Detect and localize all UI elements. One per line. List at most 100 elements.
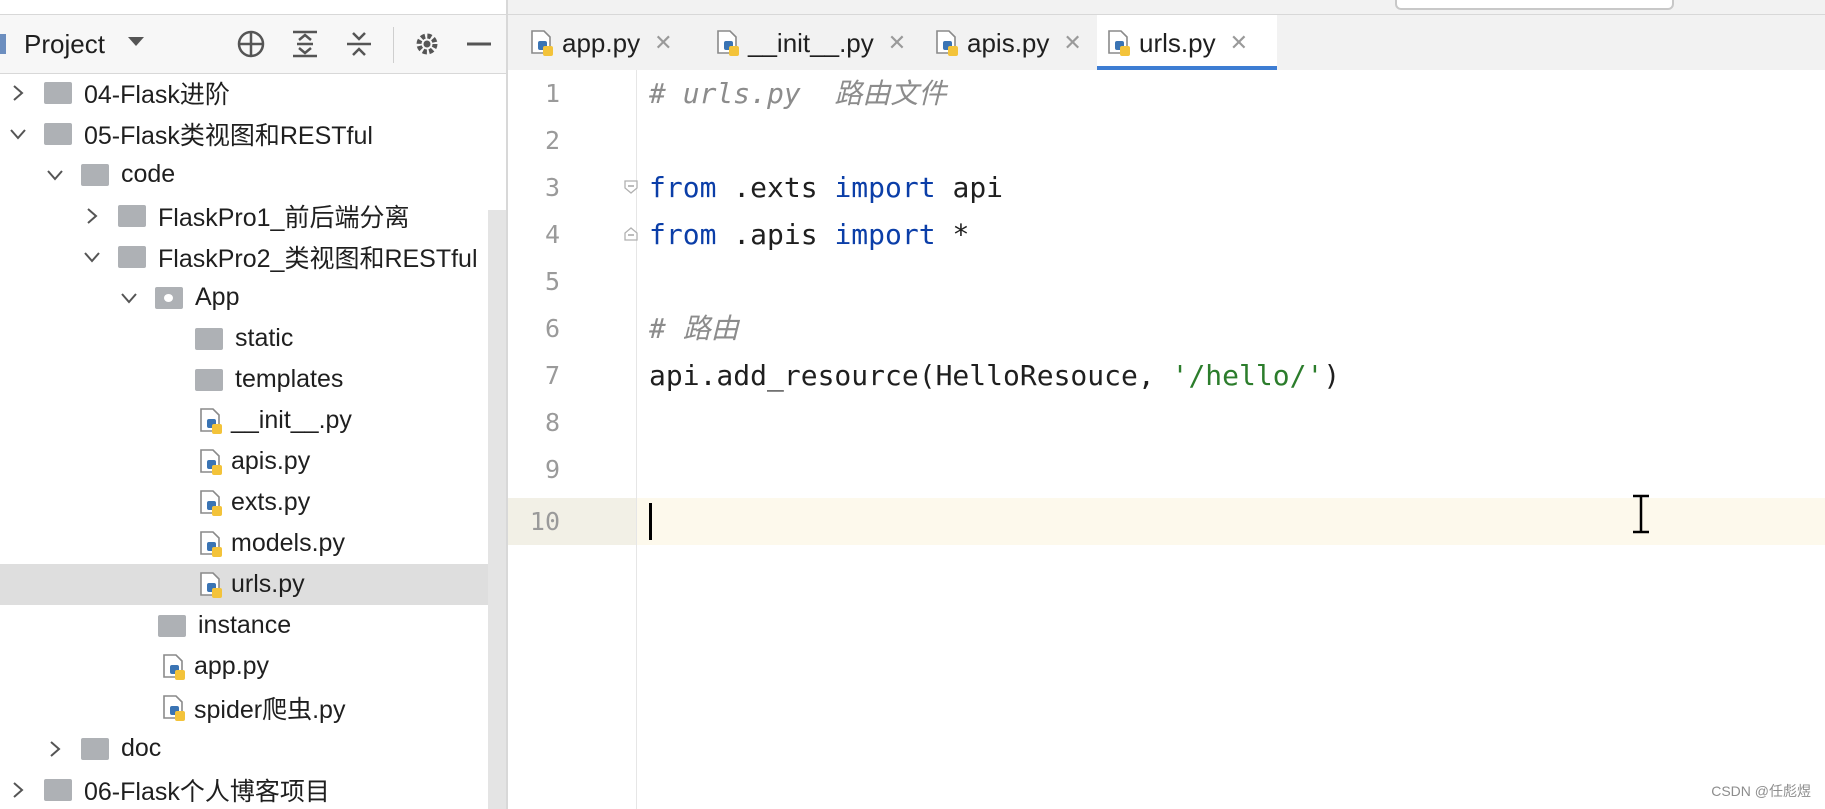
gear-icon[interactable] xyxy=(410,27,444,61)
tree-item-flaskpro2[interactable]: FlaskPro2_类视图和RESTful xyxy=(0,236,506,277)
tree-item-code[interactable]: code xyxy=(0,154,506,195)
tab-label: __init__.py xyxy=(748,27,874,58)
text-caret xyxy=(649,503,652,540)
project-panel-title[interactable]: Project xyxy=(24,29,105,60)
tree-item-spider-py[interactable]: spider爬虫.py xyxy=(0,687,506,728)
chevron-down-icon[interactable] xyxy=(10,126,26,142)
search-field-edge[interactable] xyxy=(1395,0,1674,10)
tree-item-label: static xyxy=(235,324,294,352)
fold-marker-icon[interactable] xyxy=(624,180,638,194)
line-number-gutter[interactable]: 1 2 3 4 5 6 7 8 9 10 xyxy=(508,70,638,809)
current-line-highlight xyxy=(508,498,1825,545)
chevron-right-icon[interactable] xyxy=(10,781,26,798)
tree-item-label: __init__.py xyxy=(231,406,352,434)
editor-tab-bar: app.py ✕ __init__.py ✕ apis.py ✕ urls.py… xyxy=(508,14,1825,72)
tree-item-05-flask[interactable]: 05-Flask类视图和RESTful xyxy=(0,113,506,154)
chevron-right-icon[interactable] xyxy=(10,84,26,101)
folder-icon xyxy=(195,327,223,350)
tab-init-py[interactable]: __init__.py ✕ xyxy=(714,15,906,71)
tree-item-static[interactable]: static xyxy=(0,318,506,359)
expand-all-icon[interactable] xyxy=(288,27,322,61)
tree-item-label: app.py xyxy=(194,652,270,680)
tree-item-label: models.py xyxy=(231,529,345,557)
chevron-down-icon[interactable] xyxy=(127,35,145,53)
tree-item-label: 04-Flask进阶 xyxy=(84,80,230,109)
tree-item-flaskpro1[interactable]: FlaskPro1_前后端分离 xyxy=(0,195,506,236)
chevron-right-icon[interactable] xyxy=(84,207,100,224)
tab-label: app.py xyxy=(562,27,641,58)
folder-icon xyxy=(195,368,223,391)
line-number: 10 xyxy=(529,507,560,536)
folder-icon xyxy=(118,204,146,227)
package-folder-icon xyxy=(155,286,183,309)
tab-urls-py[interactable]: urls.py ✕ xyxy=(1097,15,1277,71)
collapse-all-icon[interactable] xyxy=(342,27,376,61)
tab-app-py[interactable]: app.py ✕ xyxy=(528,15,673,71)
chevron-right-icon[interactable] xyxy=(47,740,63,757)
close-icon[interactable]: ✕ xyxy=(1063,30,1081,56)
python-file-icon xyxy=(200,448,222,475)
project-panel-scrollbar[interactable] xyxy=(488,210,506,809)
tree-item-instance[interactable]: instance xyxy=(0,605,506,646)
code-line-3: from .exts import api xyxy=(649,164,1003,211)
chevron-down-icon[interactable] xyxy=(47,167,63,183)
tree-item-label: apis.py xyxy=(231,447,311,475)
tree-item-label: exts.py xyxy=(231,488,311,516)
code-text: * xyxy=(935,218,970,251)
code-text: api xyxy=(935,171,1004,204)
code-keyword: from xyxy=(649,171,717,204)
code-text: .exts xyxy=(716,171,835,204)
python-file-icon xyxy=(936,30,958,56)
code-line-1: # urls.py 路由文件 xyxy=(649,70,946,117)
chevron-down-icon[interactable] xyxy=(84,249,100,265)
code-keyword: import xyxy=(834,171,936,204)
code-keyword: import xyxy=(834,218,936,251)
tree-item-models-py[interactable]: models.py xyxy=(0,523,506,564)
code-keyword: from xyxy=(649,218,717,251)
code-editor[interactable]: 1 2 3 4 5 6 7 8 9 10 # urls.py 路由文件 from… xyxy=(508,70,1825,809)
code-text: api.add_resource(HelloResouce, xyxy=(649,359,1172,392)
tree-item-doc[interactable]: doc xyxy=(0,728,506,769)
close-icon[interactable]: ✕ xyxy=(654,30,672,56)
python-file-icon xyxy=(200,530,222,557)
close-icon[interactable]: ✕ xyxy=(1230,30,1248,56)
tree-item-app-package[interactable]: App xyxy=(0,277,506,318)
tree-item-exts-py[interactable]: exts.py xyxy=(0,482,506,523)
watermark: CSDN @任彪煜 xyxy=(1711,783,1811,799)
fold-end-marker-icon[interactable] xyxy=(624,227,638,241)
tree-item-init-py[interactable]: __init__.py xyxy=(0,400,506,441)
chevron-down-icon[interactable] xyxy=(121,290,137,306)
target-icon[interactable] xyxy=(234,27,268,61)
folder-icon xyxy=(81,737,109,760)
tree-item-label: urls.py xyxy=(231,570,305,598)
python-file-icon xyxy=(200,571,222,598)
tree-item-urls-py[interactable]: urls.py xyxy=(0,564,506,605)
tab-apis-py[interactable]: apis.py ✕ xyxy=(933,15,1082,71)
python-file-icon xyxy=(163,694,185,721)
python-file-icon xyxy=(717,30,739,56)
tree-item-04-flask[interactable]: 04-Flask进阶 xyxy=(0,72,506,113)
folder-icon xyxy=(44,81,72,104)
tree-item-06-flask[interactable]: 06-Flask个人博客项目 xyxy=(0,769,506,809)
line-number: 9 xyxy=(544,455,560,484)
python-file-icon xyxy=(200,489,222,516)
line-number: 3 xyxy=(544,173,560,202)
tree-item-label: instance xyxy=(198,611,292,639)
tree-item-apis-py[interactable]: apis.py xyxy=(0,441,506,482)
tree-item-templates[interactable]: templates xyxy=(0,359,506,400)
minimize-icon[interactable] xyxy=(462,27,496,61)
folder-icon xyxy=(81,163,109,186)
line-number: 1 xyxy=(544,79,560,108)
line-number: 5 xyxy=(544,267,560,296)
tree-item-label: FlaskPro2_类视图和RESTful xyxy=(158,244,478,273)
tree-item-app-py[interactable]: app.py xyxy=(0,646,506,687)
line-number: 4 xyxy=(544,220,560,249)
code-line-7: api.add_resource(HelloResouce, '/hello/'… xyxy=(649,352,1340,399)
python-file-icon xyxy=(1108,30,1130,56)
tree-item-label: spider爬虫.py xyxy=(194,695,346,724)
close-icon[interactable]: ✕ xyxy=(888,30,906,56)
folder-icon xyxy=(44,778,72,801)
tree-item-label: App xyxy=(195,283,240,311)
folder-icon xyxy=(158,614,186,637)
folder-icon xyxy=(44,122,72,145)
